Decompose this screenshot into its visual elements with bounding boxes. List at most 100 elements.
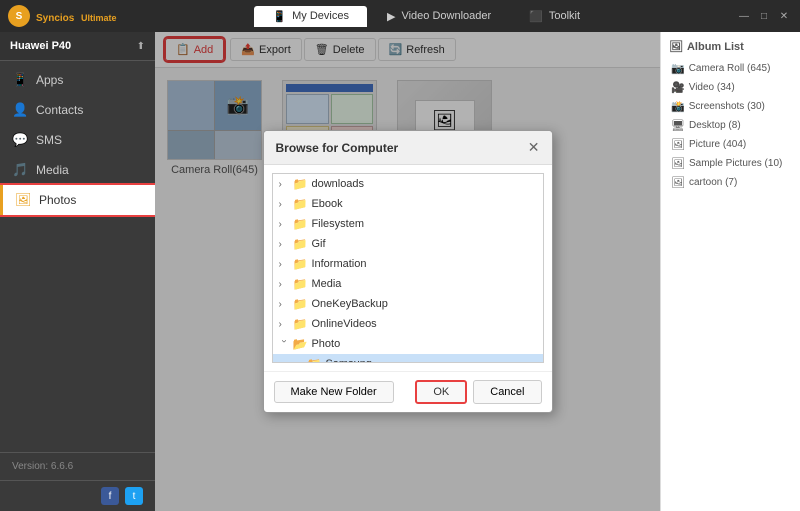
maximize-button[interactable]: □ bbox=[756, 8, 772, 24]
tab-my-devices[interactable]: 📱 My Devices bbox=[254, 6, 367, 27]
sidebar-item-media[interactable]: 🎵 Media bbox=[0, 155, 155, 185]
modal-close-button[interactable]: ✕ bbox=[528, 139, 540, 156]
folder-name: Photo bbox=[311, 338, 340, 350]
folder-name: OnlineVideos bbox=[311, 318, 376, 330]
video-icon: 🎥 bbox=[671, 81, 685, 94]
ok-button[interactable]: OK bbox=[415, 380, 467, 404]
twitter-button[interactable]: t bbox=[125, 487, 143, 505]
folder-ebook[interactable]: › 📁 Ebook bbox=[273, 194, 543, 214]
album-item-picture[interactable]: 🖼 Picture (404) bbox=[669, 135, 792, 154]
folder-onlinevideos[interactable]: › 📁 OnlineVideos bbox=[273, 314, 543, 334]
title-bar: S Syncios Ultimate 📱 My Devices ▶ Video … bbox=[0, 0, 800, 32]
tab-toolkit-label: Toolkit bbox=[549, 10, 580, 22]
folder-name: downloads bbox=[311, 178, 364, 190]
sidebar-sms-label: SMS bbox=[36, 133, 62, 147]
version-label: Version: 6.6.6 bbox=[0, 452, 155, 480]
folder-tree[interactable]: › 📁 downloads › 📁 Ebook › 📁 Files bbox=[272, 173, 544, 363]
folder-name: Ebook bbox=[311, 198, 342, 210]
folder-icon: 📁 bbox=[293, 257, 308, 271]
sidebar-item-photos[interactable]: 🖼 Photos bbox=[0, 185, 155, 215]
album-item-desktop[interactable]: 🖥 Desktop (8) bbox=[669, 116, 792, 135]
folder-icon: 📁 bbox=[293, 297, 308, 311]
folder-downloads[interactable]: › 📁 downloads bbox=[273, 174, 543, 194]
folder-arrow: › bbox=[279, 239, 289, 250]
modal-body: › 📁 downloads › 📁 Ebook › 📁 Files bbox=[264, 165, 552, 371]
folder-information[interactable]: › 📁 Information bbox=[273, 254, 543, 274]
folder-name: Filesystem bbox=[311, 218, 364, 230]
album-item-sample-pictures[interactable]: 🖼 Sample Pictures (10) bbox=[669, 154, 792, 173]
folder-arrow: › bbox=[279, 299, 289, 310]
album-list-title: 🖼 Album List bbox=[669, 40, 792, 53]
album-item-cartoon[interactable]: 🖼 cartoon (7) bbox=[669, 173, 792, 192]
contacts-icon: 👤 bbox=[12, 102, 28, 118]
sidebar-item-apps[interactable]: 📱 Apps bbox=[0, 65, 155, 95]
modal-title: Browse for Computer bbox=[276, 141, 399, 155]
folder-icon: 📁 bbox=[293, 197, 308, 211]
album-item-label: Desktop (8) bbox=[689, 120, 741, 131]
desktop-icon: 🖥 bbox=[671, 119, 685, 132]
folder-icon: 📁 bbox=[293, 317, 308, 331]
cartoon-icon: 🖼 bbox=[671, 176, 685, 189]
browse-modal: Browse for Computer ✕ › 📁 downloads › 📁 bbox=[263, 130, 553, 413]
picture-icon: 🖼 bbox=[671, 138, 685, 151]
title-bar-controls: — □ ✕ bbox=[736, 8, 792, 24]
album-item-label: Video (34) bbox=[689, 82, 735, 93]
folder-samsung[interactable]: 📁 Samsung bbox=[273, 354, 543, 363]
tab-toolkit[interactable]: ⬛ Toolkit bbox=[511, 6, 598, 27]
sidebar-item-sms[interactable]: 💬 SMS bbox=[0, 125, 155, 155]
sidebar-photos-label: Photos bbox=[39, 193, 76, 207]
modal-overlay: Browse for Computer ✕ › 📁 downloads › 📁 bbox=[155, 32, 660, 511]
folder-icon: 📁 bbox=[293, 217, 308, 231]
folder-media[interactable]: › 📁 Media bbox=[273, 274, 543, 294]
close-button[interactable]: ✕ bbox=[776, 8, 792, 24]
device-name: Huawei P40 bbox=[10, 40, 71, 52]
phone-icon: 📱 bbox=[272, 10, 286, 23]
sidebar-contacts-label: Contacts bbox=[36, 103, 83, 117]
sms-icon: 💬 bbox=[12, 132, 28, 148]
device-actions: ⬆ bbox=[137, 41, 145, 52]
folder-gif[interactable]: › 📁 Gif bbox=[273, 234, 543, 254]
folder-name: Gif bbox=[311, 238, 325, 250]
sidebar-item-contacts[interactable]: 👤 Contacts bbox=[0, 95, 155, 125]
tab-my-devices-label: My Devices bbox=[292, 10, 349, 22]
app-name: Syncios Ultimate bbox=[36, 9, 117, 24]
screenshots-icon: 📸 bbox=[671, 100, 685, 113]
modal-footer-right: OK Cancel bbox=[415, 380, 541, 404]
title-bar-nav: 📱 My Devices ▶ Video Downloader ⬛ Toolki… bbox=[254, 6, 598, 27]
folder-onekeybackup[interactable]: › 📁 OneKeyBackup bbox=[273, 294, 543, 314]
album-item-screenshots[interactable]: 📸 Screenshots (30) bbox=[669, 97, 792, 116]
media-icon: 🎵 bbox=[12, 162, 28, 178]
album-item-camera-roll[interactable]: 📷 Camera Roll (645) bbox=[669, 59, 792, 78]
cancel-button[interactable]: Cancel bbox=[473, 380, 541, 404]
device-header: Huawei P40 ⬆ bbox=[0, 32, 155, 61]
folder-arrow: › bbox=[279, 279, 289, 290]
minimize-button[interactable]: — bbox=[736, 8, 752, 24]
device-sync-icon[interactable]: ⬆ bbox=[137, 41, 145, 52]
apps-icon: 📱 bbox=[12, 72, 28, 88]
folder-filesystem[interactable]: › 📁 Filesystem bbox=[273, 214, 543, 234]
folder-arrow-down: › bbox=[278, 339, 289, 349]
album-item-label: Camera Roll (645) bbox=[689, 63, 771, 74]
social-bar: f t bbox=[0, 480, 155, 511]
folder-photo[interactable]: › 📂 Photo bbox=[273, 334, 543, 354]
album-item-video[interactable]: 🎥 Video (34) bbox=[669, 78, 792, 97]
folder-icon: 📂 bbox=[293, 337, 308, 351]
folder-icon: 📁 bbox=[307, 357, 322, 363]
album-item-label: Picture (404) bbox=[689, 139, 746, 150]
toolkit-icon: ⬛ bbox=[529, 10, 543, 23]
tab-video-downloader[interactable]: ▶ Video Downloader bbox=[369, 6, 509, 27]
play-icon: ▶ bbox=[387, 10, 395, 23]
sample-pictures-icon: 🖼 bbox=[671, 157, 685, 170]
folder-arrow: › bbox=[279, 319, 289, 330]
folder-arrow: › bbox=[279, 219, 289, 230]
main-area: Huawei P40 ⬆ 📱 Apps 👤 Contacts 💬 SMS 🎵 M… bbox=[0, 32, 800, 511]
folder-icon: 📁 bbox=[293, 177, 308, 191]
folder-arrow: › bbox=[279, 179, 289, 190]
sidebar-menu: 📱 Apps 👤 Contacts 💬 SMS 🎵 Media 🖼 Photos bbox=[0, 61, 155, 452]
sidebar-apps-label: Apps bbox=[36, 73, 63, 87]
sidebar-media-label: Media bbox=[36, 163, 69, 177]
folder-arrow: › bbox=[279, 199, 289, 210]
folder-name: Samsung bbox=[325, 358, 371, 363]
facebook-button[interactable]: f bbox=[101, 487, 119, 505]
new-folder-button[interactable]: Make New Folder bbox=[274, 381, 394, 403]
